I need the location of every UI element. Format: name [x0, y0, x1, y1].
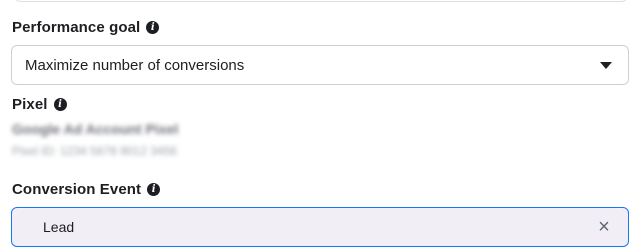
conversion-event-input[interactable]: Lead ×	[11, 207, 629, 247]
conversion-event-value: Lead	[43, 219, 75, 235]
pixel-label-row: Pixel i	[12, 96, 67, 113]
caret-down-icon[interactable]	[600, 62, 612, 69]
performance-goal-label-row: Performance goal i	[12, 19, 160, 36]
close-icon[interactable]: ×	[594, 217, 614, 237]
performance-goal-value: Maximize number of conversions	[25, 56, 245, 74]
performance-goal-select[interactable]: Maximize number of conversions	[11, 45, 629, 85]
info-icon[interactable]: i	[146, 21, 160, 34]
pixel-selection[interactable]: Google Ad Account Pixel Pixel ID: 1234 5…	[12, 120, 232, 166]
info-icon[interactable]: i	[147, 183, 161, 196]
pixel-id: Pixel ID: 1234 5678 9012 3456	[12, 144, 177, 158]
info-icon[interactable]: i	[53, 98, 67, 111]
pixel-name: Google Ad Account Pixel	[12, 121, 179, 137]
previous-section-edge	[13, 0, 629, 2]
pixel-label: Pixel	[12, 96, 48, 113]
conversion-event-label-row: Conversion Event i	[12, 181, 161, 198]
performance-goal-label: Performance goal	[12, 19, 141, 36]
conversion-event-label: Conversion Event	[12, 181, 142, 198]
